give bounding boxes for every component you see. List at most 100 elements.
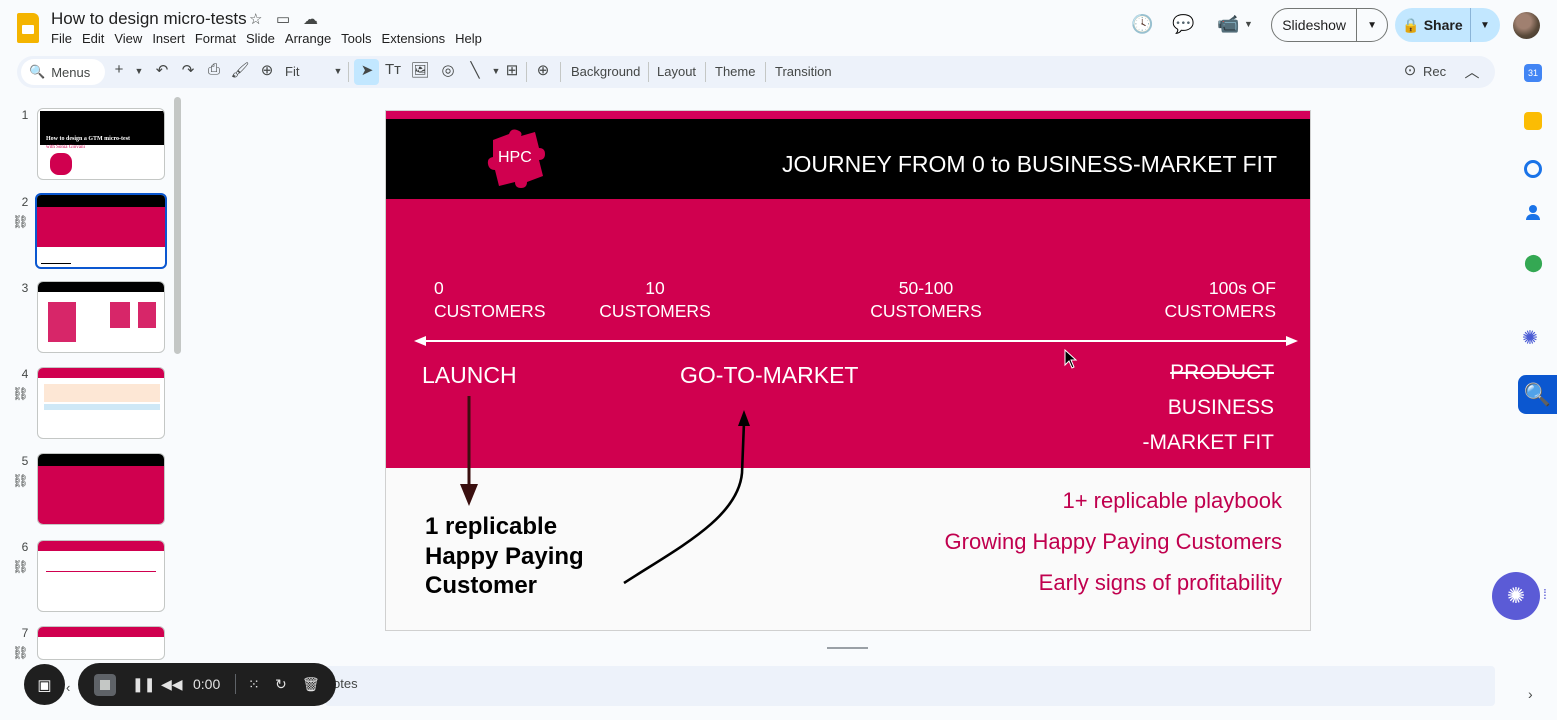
- slideshow-button[interactable]: Slideshow ▼: [1271, 8, 1388, 42]
- print-icon[interactable]: ⎙: [204, 61, 224, 78]
- menu-search[interactable]: 🔍 Menus: [21, 59, 105, 85]
- bold-line: 1 replicable: [425, 513, 558, 540]
- pause-icon[interactable]: ❚❚: [132, 676, 155, 693]
- restart-icon[interactable]: ↻: [275, 676, 287, 693]
- slide-thumbnail-1[interactable]: How to design a GTM micro-test with Soni…: [37, 108, 165, 180]
- new-slide-icon[interactable]: +: [109, 61, 129, 78]
- menu-help[interactable]: Help: [455, 31, 490, 46]
- slides-logo-icon[interactable]: [17, 13, 39, 43]
- collapse-toolbar-icon[interactable]: ︿: [1462, 61, 1482, 82]
- drag-handle-icon[interactable]: ⁞: [1543, 586, 1547, 602]
- zoom-addon-icon[interactable]: 🔍: [1518, 375, 1557, 414]
- new-slide-chevron-icon[interactable]: ▼: [129, 66, 149, 76]
- user-avatar[interactable]: [1513, 12, 1540, 39]
- menu-extensions[interactable]: Extensions: [382, 31, 454, 46]
- slide-top-stripe: [386, 111, 1310, 119]
- text-box-icon[interactable]: Tт: [383, 61, 403, 78]
- rewind-icon[interactable]: ◀◀: [161, 676, 183, 693]
- linked-slide-icon: ⛓: [12, 473, 29, 488]
- insert-special-icon[interactable]: ⊞: [502, 61, 522, 79]
- transition-button[interactable]: Transition: [775, 64, 832, 79]
- speaker-notes-panel[interactable]: [325, 666, 1495, 706]
- stop-recording-icon[interactable]: [94, 674, 116, 696]
- delete-icon[interactable]: 🗑: [302, 676, 320, 693]
- calendar-icon[interactable]: 31: [1524, 64, 1542, 82]
- comments-icon[interactable]: 💬: [1172, 14, 1194, 35]
- zoom-icon[interactable]: ⊕: [257, 61, 277, 79]
- zoom-select[interactable]: Fit: [285, 64, 299, 79]
- customer-count: 0: [434, 278, 444, 298]
- menu-slide[interactable]: Slide: [246, 31, 283, 46]
- bold-line: Customer: [425, 572, 538, 599]
- recording-timer: 0:00: [193, 676, 221, 692]
- grid-icon[interactable]: ⁙: [248, 676, 260, 693]
- camera-toggle-icon[interactable]: ▣: [24, 664, 65, 705]
- menu-bar: File Edit View Insert Format Slide Arran…: [51, 31, 492, 46]
- theme-button[interactable]: Theme: [715, 64, 755, 79]
- recording-controls: ❚❚ ◀◀ 0:00 ⁙ ↻ 🗑: [78, 663, 336, 706]
- expand-side-panel-icon[interactable]: ›: [1528, 686, 1533, 702]
- menu-tools[interactable]: Tools: [341, 31, 379, 46]
- thumb-text: [41, 248, 71, 264]
- filmstrip-scrollbar[interactable]: [174, 97, 181, 354]
- slide-thumbnail-3[interactable]: [37, 281, 165, 353]
- customers-10: 10 CUSTOMERS: [595, 277, 715, 323]
- layout-button[interactable]: Layout: [657, 64, 696, 79]
- share-label[interactable]: 🔒 Share: [1395, 8, 1471, 42]
- cursor-icon[interactable]: ➤: [357, 61, 377, 79]
- meet-video-icon[interactable]: 📹: [1217, 14, 1239, 35]
- maps-icon[interactable]: ⬤: [1524, 253, 1543, 273]
- menu-arrange[interactable]: Arrange: [285, 31, 339, 46]
- move-folder-icon[interactable]: ▭: [276, 10, 290, 28]
- speaker-notes-label: otes: [333, 676, 358, 691]
- image-icon[interactable]: 🖼: [410, 61, 430, 79]
- slideshow-dropdown-icon[interactable]: ▼: [1357, 20, 1387, 31]
- thumb-header: [38, 627, 164, 637]
- addon-icon[interactable]: ✺: [1522, 327, 1538, 350]
- slide-thumbnail-6[interactable]: [37, 540, 165, 612]
- logo-text: HPC: [498, 149, 532, 166]
- star-icon[interactable]: ☆: [249, 10, 262, 28]
- undo-icon[interactable]: ↶: [152, 61, 172, 79]
- meet-chevron-down-icon[interactable]: ▼: [1244, 19, 1253, 29]
- stage-launch: LAUNCH: [422, 362, 517, 388]
- redo-icon[interactable]: ↷: [178, 61, 198, 79]
- tasks-icon[interactable]: [1524, 160, 1542, 178]
- slideshow-label[interactable]: Slideshow: [1272, 9, 1358, 41]
- thumb-line: [46, 571, 156, 572]
- menu-format[interactable]: Format: [195, 31, 244, 46]
- cloud-status-icon[interactable]: ☁: [303, 10, 318, 28]
- menu-view[interactable]: View: [114, 31, 150, 46]
- keep-icon[interactable]: [1524, 112, 1542, 130]
- slide-canvas[interactable]: HPC JOURNEY FROM 0 to BUSINESS-MARKET FI…: [385, 110, 1311, 631]
- menu-edit[interactable]: Edit: [82, 31, 112, 46]
- paint-format-icon[interactable]: 🖌: [230, 61, 250, 79]
- filmstrip-collapse-icon[interactable]: ‹: [66, 680, 70, 695]
- slide-thumbnail-2[interactable]: [35, 193, 167, 269]
- share-button[interactable]: 🔒 Share ▼: [1395, 8, 1500, 42]
- rec-icon[interactable]: ⊙: [1400, 61, 1420, 79]
- share-dropdown-icon[interactable]: ▼: [1471, 20, 1499, 31]
- line-icon[interactable]: ╲: [465, 61, 485, 79]
- notes-resize-handle[interactable]: [827, 647, 868, 649]
- slide-thumbnail-5[interactable]: [37, 453, 165, 525]
- version-history-icon[interactable]: 🕓: [1131, 14, 1153, 35]
- slide-number: 7: [21, 626, 29, 640]
- rec-button[interactable]: Rec: [1423, 64, 1446, 79]
- background-button[interactable]: Background: [571, 64, 640, 79]
- add-comment-icon[interactable]: ⊕: [533, 61, 553, 79]
- contacts-icon[interactable]: [1526, 205, 1540, 221]
- slide-thumbnail-4[interactable]: [37, 367, 165, 439]
- slide-number: 4: [21, 367, 29, 381]
- assistant-fab-icon[interactable]: ✺: [1492, 572, 1540, 620]
- slide-thumbnail-7[interactable]: [37, 626, 165, 660]
- menu-insert[interactable]: Insert: [152, 31, 193, 46]
- thumb-graphic: [138, 302, 156, 328]
- zoom-chevron-icon[interactable]: ▼: [328, 66, 348, 76]
- menu-file[interactable]: File: [51, 31, 80, 46]
- customer-label: CUSTOMERS: [1164, 301, 1277, 321]
- replicable-customer-text: 1 replicable Happy Paying Customer: [425, 512, 584, 601]
- document-title[interactable]: How to design micro-tests: [51, 9, 247, 29]
- shape-icon[interactable]: ◎: [438, 61, 458, 79]
- outcome-playbook: 1+ replicable playbook: [1062, 488, 1282, 513]
